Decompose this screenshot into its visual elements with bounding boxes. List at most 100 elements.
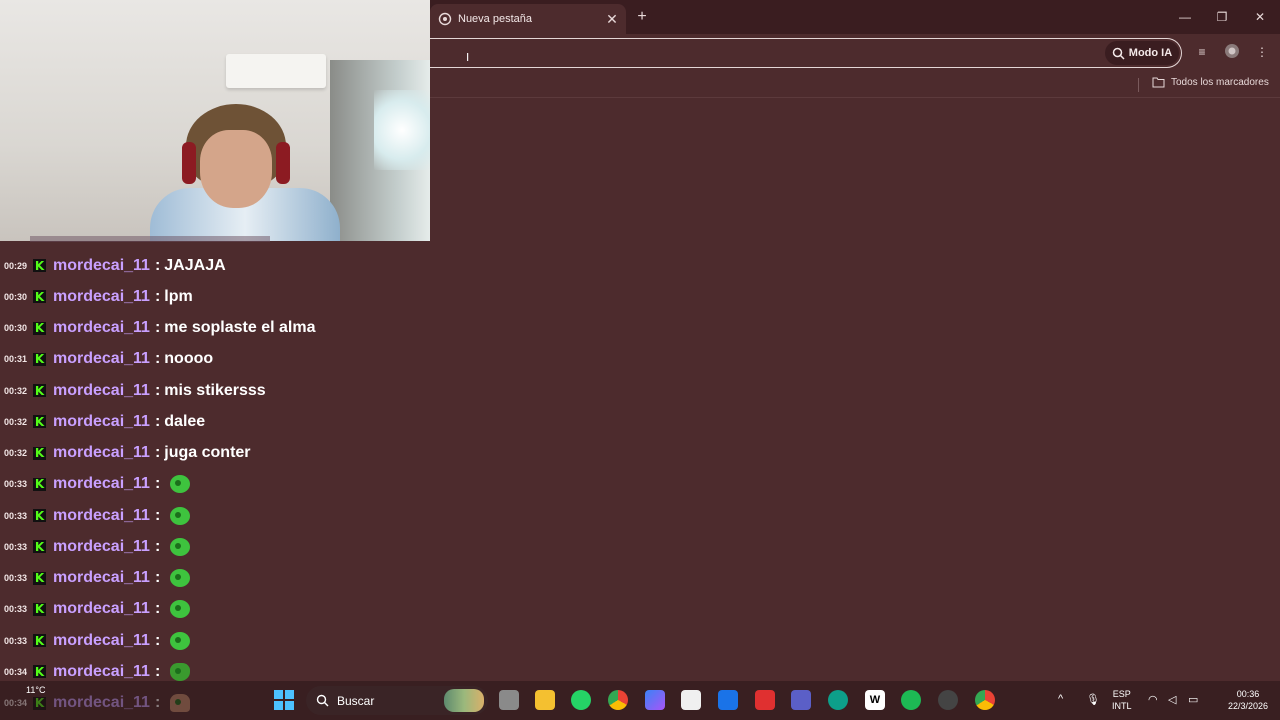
youtube-icon[interactable]	[755, 690, 775, 710]
start-button[interactable]	[274, 690, 294, 710]
weather-temp: 11°C	[26, 685, 46, 695]
chat-message-text: JAJAJA	[164, 256, 226, 274]
weather-widget[interactable]: 11°C	[26, 685, 45, 696]
language-indicator[interactable]: ESP INTL	[1112, 688, 1132, 712]
search-label: Buscar	[337, 693, 375, 708]
taskbar: 11°C Buscar W ^ 🎙 ESP INTL ◠ ◁ ▭ 00:36 2…	[0, 681, 1280, 720]
show-hidden-icons-icon[interactable]: ^	[1058, 693, 1063, 705]
chat-username[interactable]: mordecai_11	[53, 444, 150, 462]
chat-timestamp: 00:30	[4, 323, 28, 333]
chrome-icon[interactable]	[608, 690, 628, 710]
chat-timestamp: 00:31	[4, 354, 28, 365]
task-view-icon[interactable]	[499, 690, 519, 710]
ai-mode-label: Modo IA	[1128, 47, 1173, 59]
chat-timestamp: 00:33	[4, 541, 28, 552]
chat-username[interactable]: mordecai_11	[53, 475, 150, 493]
text-cursor-icon: I	[466, 51, 470, 64]
language-line2: INTL	[1112, 701, 1132, 711]
chat-username[interactable]: mordecai_11	[53, 538, 150, 556]
battery-icon[interactable]: ▭	[1188, 693, 1198, 706]
chat-username[interactable]: mordecai_11	[53, 569, 150, 587]
chat-message-text: mis stikersss	[164, 381, 266, 399]
kick-badge-icon: K	[33, 539, 46, 554]
chat-timestamp: 00:32	[4, 416, 28, 427]
chat-username[interactable]: mordecai_11	[53, 382, 150, 400]
chat-message: 00:32 Kmordecai_11: dalee	[0, 406, 430, 437]
more-menu-icon[interactable]: ⋮	[1253, 43, 1271, 61]
chrome-active-icon[interactable]	[975, 690, 995, 710]
spotify-icon[interactable]	[901, 690, 921, 710]
chat-username[interactable]: mordecai_11	[53, 257, 150, 275]
green-blob-emote-icon	[170, 600, 191, 619]
chat-username[interactable]: mordecai_11	[53, 663, 150, 681]
kick-badge-icon: K	[33, 289, 46, 304]
clipchamp-icon[interactable]	[791, 690, 811, 710]
chat-separator: :	[154, 256, 161, 274]
kick-badge-icon: K	[33, 633, 46, 648]
chat-username[interactable]: mordecai_11	[53, 632, 150, 650]
whatsapp-icon[interactable]	[571, 690, 591, 710]
close-window-button[interactable]: ✕	[1245, 6, 1275, 28]
obs-icon[interactable]	[938, 690, 958, 710]
outlook-icon[interactable]	[718, 690, 738, 710]
wifi-icon[interactable]: ◠	[1148, 693, 1158, 706]
chat-username[interactable]: mordecai_11	[53, 507, 150, 525]
file-explorer-icon[interactable]	[535, 690, 555, 710]
chat-timestamp: 00:32	[4, 448, 28, 458]
copilot-icon[interactable]	[645, 690, 665, 710]
tab-close-icon[interactable]: ✕	[602, 11, 622, 28]
edge-icon[interactable]	[828, 690, 848, 710]
chat-cut-off-row	[30, 236, 270, 242]
chat-separator: :	[154, 475, 161, 493]
kick-badge-icon: K	[33, 602, 46, 617]
ai-mode-button[interactable]: Modo IA	[1105, 41, 1179, 65]
chat-message-text: lpm	[164, 287, 193, 305]
media-control-icon[interactable]: ≡	[1193, 43, 1211, 61]
wikipedia-icon[interactable]: W	[865, 690, 885, 710]
chat-separator: :	[154, 412, 161, 430]
profile-avatar-icon[interactable]	[1223, 43, 1241, 61]
address-bar[interactable]: I Modo IA	[430, 38, 1182, 68]
chat-separator: :	[154, 600, 161, 618]
green-blob-emote-icon	[170, 631, 191, 650]
chat-separator: :	[154, 350, 161, 368]
chat-username[interactable]: mordecai_11	[53, 600, 150, 618]
webcam-face	[200, 130, 272, 208]
chat-message: 00:30 Kmordecai_11: me soplaste el alma	[0, 313, 430, 344]
folder-icon	[1152, 77, 1165, 88]
tab-new-tab[interactable]: Nueva pestaña ✕	[430, 4, 626, 34]
kick-badge-icon: K	[33, 446, 46, 460]
kick-badge-icon: K	[33, 414, 46, 429]
kick-badge-icon: K	[33, 664, 46, 679]
green-blob-emote-icon	[170, 475, 191, 494]
restore-button[interactable]: ❐	[1207, 6, 1237, 28]
new-tab-button[interactable]: +	[632, 6, 652, 28]
all-bookmarks-button[interactable]: Todos los marcadores	[1152, 77, 1269, 88]
chat-username[interactable]: mordecai_11	[53, 350, 150, 368]
store-icon[interactable]	[681, 690, 701, 710]
webcam-overlay	[0, 0, 430, 241]
chat-timestamp: 00:33	[4, 479, 28, 490]
chat-message-text: juga conter	[164, 444, 251, 461]
chat-username[interactable]: mordecai_11	[53, 413, 150, 431]
minimize-button[interactable]: —	[1170, 6, 1200, 28]
tab-title: Nueva pestaña	[458, 13, 532, 25]
chat-username[interactable]: mordecai_11	[53, 288, 150, 306]
chat-separator: :	[154, 506, 161, 524]
chat-username[interactable]: mordecai_11	[53, 319, 150, 337]
microphone-icon[interactable]: 🎙	[1086, 693, 1100, 706]
search-icon	[316, 694, 329, 707]
webcam-headset-right	[276, 142, 290, 184]
kick-badge-icon: K	[33, 477, 46, 492]
green-blob-emote-icon	[170, 537, 191, 556]
chat-message: 00:33 Kmordecai_11:	[0, 500, 430, 531]
chat-separator: :	[154, 319, 161, 336]
webcam-light	[374, 90, 430, 170]
taskbar-search[interactable]: Buscar	[306, 686, 488, 715]
volume-icon[interactable]: ◁	[1168, 693, 1176, 706]
clock[interactable]: 00:36 22/3/2026	[1228, 688, 1268, 712]
chat-message: 00:32 Kmordecai_11: juga conter	[0, 438, 430, 469]
kick-badge-icon: K	[33, 383, 46, 398]
chat-separator: :	[154, 537, 161, 555]
chat-message: 00:32 Kmordecai_11: mis stikersss	[0, 375, 430, 406]
